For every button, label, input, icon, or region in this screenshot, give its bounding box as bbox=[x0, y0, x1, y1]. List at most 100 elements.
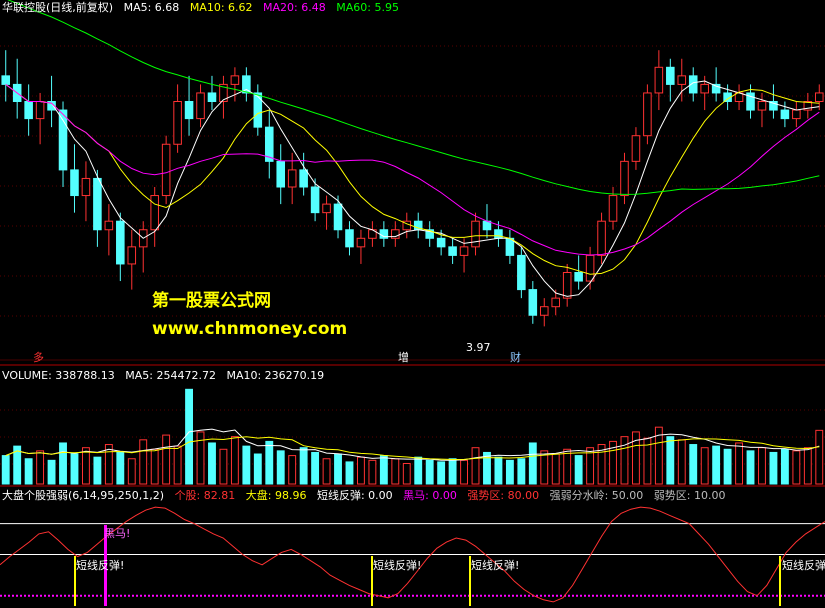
volume-bar-41 bbox=[471, 447, 480, 485]
volume-bar-27 bbox=[311, 451, 320, 485]
volume-bar-10 bbox=[116, 451, 125, 485]
individual-value: 个股: 82.81 bbox=[174, 489, 236, 502]
volume-bar-48 bbox=[551, 453, 560, 485]
candle-body-47 bbox=[539, 306, 549, 316]
volume-bar-45 bbox=[517, 458, 526, 485]
candle-body-71 bbox=[814, 92, 824, 102]
ma60-label: MA60: 5.95 bbox=[336, 1, 399, 14]
volume-bar-26 bbox=[299, 447, 308, 485]
candle-body-57 bbox=[654, 66, 664, 94]
candle-body-45 bbox=[517, 254, 526, 291]
candle-body-56 bbox=[643, 92, 652, 137]
volume-bar-32 bbox=[368, 459, 377, 485]
candle-body-2 bbox=[24, 101, 33, 120]
ma20-label: MA20: 6.48 bbox=[263, 1, 326, 14]
weak-zone-value: 弱势区: 10.00 bbox=[653, 489, 726, 502]
candle-body-5 bbox=[58, 109, 68, 171]
candle-body-27 bbox=[310, 186, 320, 214]
rebound-signal-label-4: 短线反弹! bbox=[782, 559, 825, 572]
strong-zone-value: 强势区: 80.00 bbox=[467, 489, 540, 502]
volume-bar-64 bbox=[735, 442, 743, 485]
ma5-label: MA5: 6.68 bbox=[123, 1, 180, 14]
candle-body-58 bbox=[666, 66, 675, 85]
volume-bar-50 bbox=[574, 455, 583, 485]
volume-bar-29 bbox=[334, 453, 342, 485]
candle-body-7 bbox=[81, 177, 91, 197]
volume-bar-19 bbox=[219, 448, 228, 485]
volume-bar-49 bbox=[563, 448, 572, 485]
low-price-label: 3.97 bbox=[466, 341, 491, 354]
candle-body-39 bbox=[448, 246, 457, 256]
volume-bar-68 bbox=[780, 448, 789, 485]
volume-bar-71 bbox=[815, 429, 824, 485]
candle-body-9 bbox=[104, 220, 114, 231]
volume-bar-36 bbox=[414, 456, 423, 485]
volume-bar-5 bbox=[59, 442, 67, 485]
volume-bar-34 bbox=[391, 458, 400, 485]
marker-left: 多 bbox=[33, 351, 44, 364]
candle-body-15 bbox=[173, 101, 182, 145]
volume-bar-11 bbox=[127, 458, 136, 485]
volume-bar-18 bbox=[208, 442, 216, 485]
volume-bar-22 bbox=[253, 453, 262, 485]
candle-body-38 bbox=[436, 237, 446, 248]
rebound-signal-label-3: 短线反弹! bbox=[471, 559, 520, 572]
volume-value: VOLUME: 338788.13 bbox=[2, 369, 115, 382]
volume-bar-59 bbox=[677, 439, 686, 485]
candle-body-16 bbox=[184, 101, 194, 120]
stock-chart bbox=[0, 0, 825, 608]
volume-bar-30 bbox=[345, 461, 354, 485]
price-header: 华联控股(日线,前复权) MA5: 6.68 MA10: 6.62 MA20: … bbox=[2, 1, 406, 14]
volume-bar-14 bbox=[162, 434, 171, 485]
volume-bar-24 bbox=[276, 450, 285, 485]
candle-body-40 bbox=[459, 246, 469, 256]
indicator-name: 大盘个股强弱(6,14,95,250,1,2) bbox=[2, 489, 165, 502]
volume-bar-63 bbox=[723, 448, 732, 485]
candle-body-25 bbox=[287, 169, 297, 188]
candle-body-24 bbox=[276, 160, 286, 188]
candle-body-69 bbox=[792, 109, 801, 120]
candle-body-30 bbox=[345, 229, 354, 248]
volume-bar-31 bbox=[357, 456, 365, 485]
candle-body-22 bbox=[253, 92, 263, 128]
indicator-header: 大盘个股强弱(6,14,95,250,1,2) 个股: 82.81 大盘: 98… bbox=[2, 489, 732, 502]
volume-bar-38 bbox=[437, 461, 446, 485]
marker-mid: 增 bbox=[398, 351, 409, 364]
volume-bar-60 bbox=[689, 444, 698, 485]
market-value: 大盘: 98.96 bbox=[245, 489, 307, 502]
candle-body-68 bbox=[780, 109, 790, 120]
volume-bar-62 bbox=[712, 445, 721, 485]
rebound-signal-label-2: 短线反弹! bbox=[373, 559, 422, 572]
volume-bar-70 bbox=[803, 447, 812, 485]
volume-bar-66 bbox=[758, 447, 766, 485]
candle-body-66 bbox=[757, 101, 767, 111]
volume-bar-67 bbox=[769, 451, 778, 485]
volume-bar-3 bbox=[36, 450, 45, 485]
candle-body-29 bbox=[333, 203, 343, 231]
volume-bar-58 bbox=[666, 436, 675, 485]
candle-body-17 bbox=[196, 92, 205, 120]
volume-bar-37 bbox=[425, 459, 434, 485]
volume-bar-69 bbox=[792, 450, 801, 485]
volume-bar-23 bbox=[265, 440, 274, 485]
candle-body-13 bbox=[150, 195, 159, 231]
candle-body-43 bbox=[494, 229, 503, 239]
volume-bar-4 bbox=[47, 459, 56, 485]
volume-bar-47 bbox=[540, 450, 549, 485]
candle-body-59 bbox=[677, 75, 687, 85]
candle-body-0 bbox=[1, 75, 11, 85]
volume-bar-25 bbox=[288, 455, 297, 485]
volume-bar-44 bbox=[505, 459, 514, 485]
candle-body-51 bbox=[585, 254, 595, 282]
candle-body-14 bbox=[161, 143, 171, 197]
volume-bar-8 bbox=[93, 456, 102, 485]
candle-body-61 bbox=[700, 83, 709, 94]
volume-bar-46 bbox=[528, 442, 537, 485]
volume-bar-7 bbox=[82, 447, 90, 485]
volume-bar-16 bbox=[185, 388, 193, 485]
watershed-value: 强弱分水岭: 50.00 bbox=[549, 489, 644, 502]
volume-bar-28 bbox=[322, 458, 331, 485]
candle-body-53 bbox=[608, 195, 618, 222]
volume-ma10: MA10: 236270.19 bbox=[226, 369, 325, 382]
candle-body-28 bbox=[322, 203, 331, 214]
